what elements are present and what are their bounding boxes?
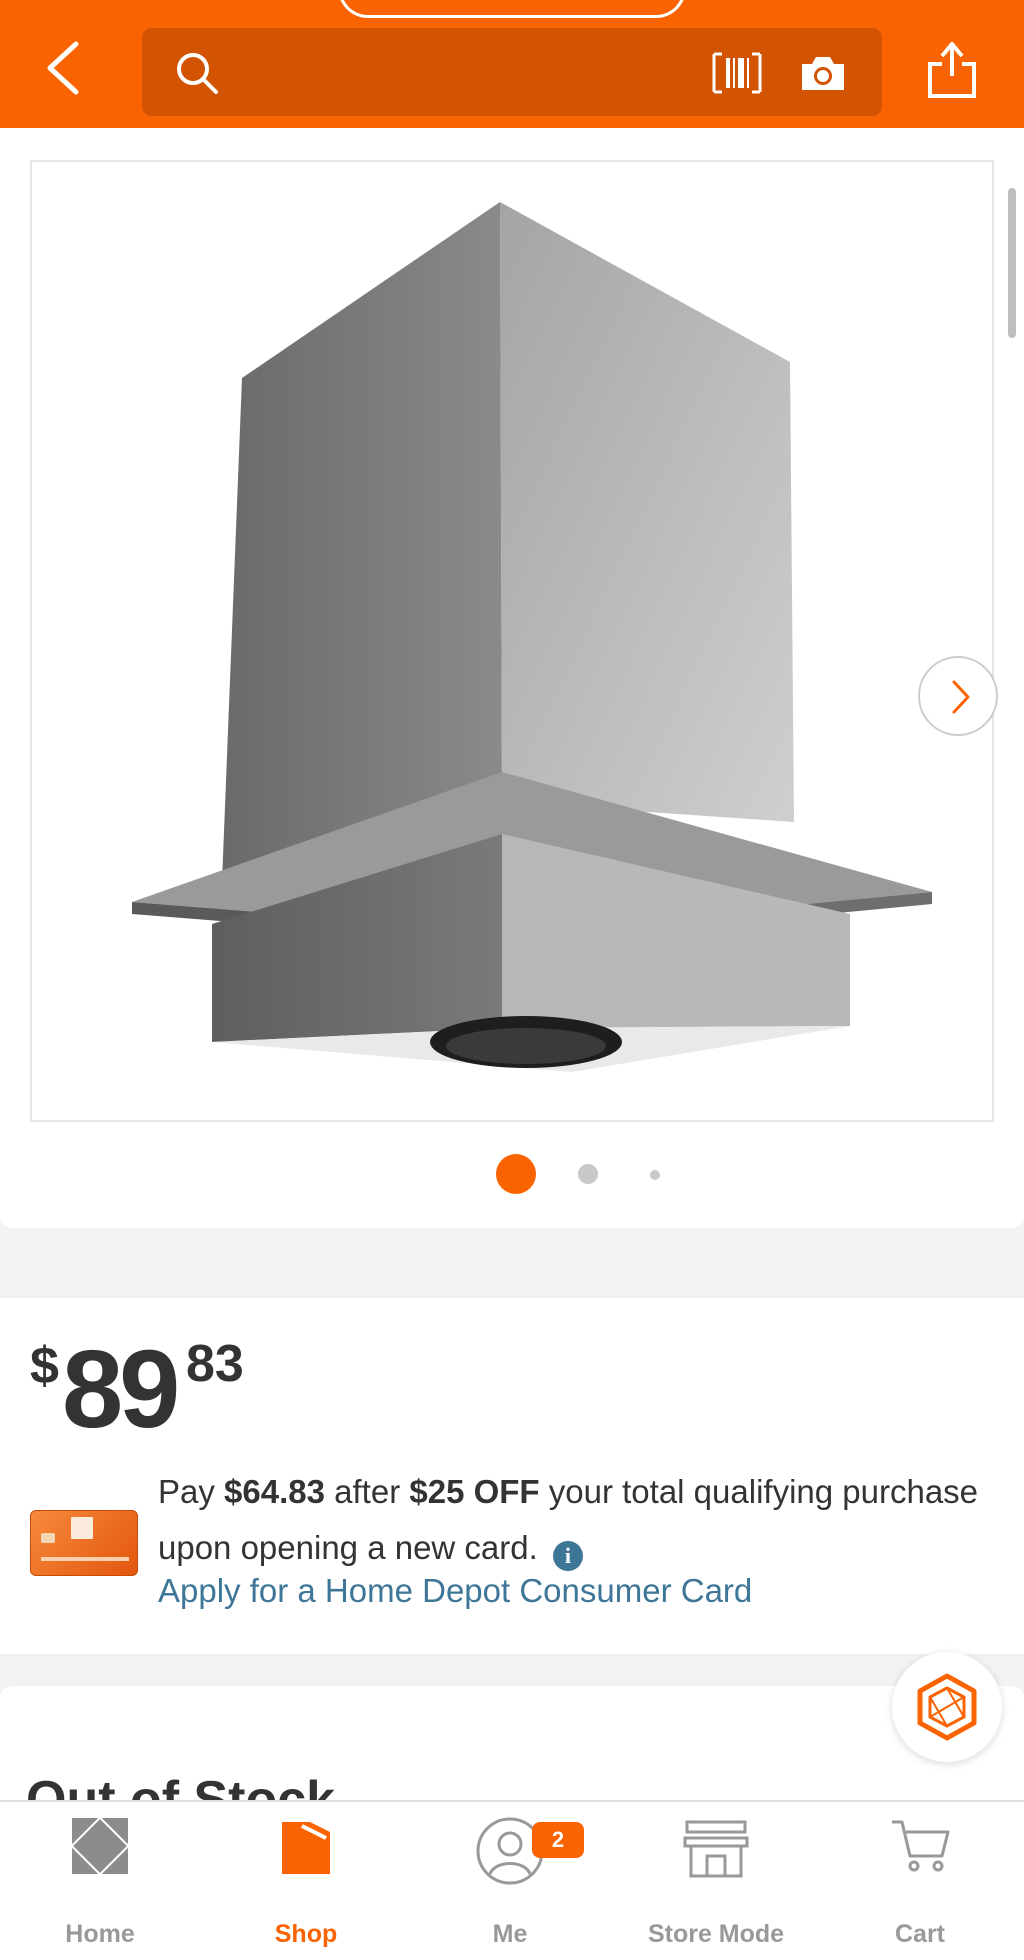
pagination-dot-active[interactable] [496,1154,536,1194]
image-pagination [0,1152,1024,1202]
nav-cart-label: Cart [894,1920,945,1948]
assistant-button[interactable] [892,1652,1002,1762]
price-section: $ 89 83 Pay $64.83 after $25 OFF your to… [0,1298,1024,1654]
card-chip [41,1533,55,1543]
price-cents: 83 [186,1335,244,1393]
product-gallery [0,128,1024,1228]
nav-me-label: Me [492,1920,528,1948]
device-notch [338,0,686,18]
credit-card-image [30,1510,138,1576]
home-depot-logo-icon [70,1816,130,1876]
share-button[interactable] [924,38,980,100]
store-icon [683,1820,749,1878]
card-number-strip [41,1557,129,1561]
nav-home-label: Home [65,1920,135,1948]
camera-icon[interactable] [798,50,848,96]
chevron-right-icon [952,680,970,714]
scrollbar[interactable] [1008,188,1016,338]
nav-home[interactable]: Home [10,1816,190,1956]
promo-pay: Pay [158,1473,215,1510]
nav-shop-label: Shop [274,1920,338,1948]
shop-tag-icon [282,1822,330,1874]
stock-section: Out of Stock [0,1686,1024,1829]
price-currency: $ [30,1337,59,1395]
info-icon[interactable]: i [552,1541,583,1571]
notification-badge: 2 [532,1822,584,1858]
pagination-dot[interactable] [650,1170,660,1180]
hexagon-assistant-icon [917,1673,977,1741]
search-icon [177,53,218,94]
price-dollars: 89 [62,1328,180,1451]
search-input[interactable] [142,28,882,116]
apply-card-link[interactable]: Apply for a Home Depot Consumer Card [158,1572,752,1610]
back-button[interactable] [40,38,90,98]
pagination-dot[interactable] [578,1164,598,1184]
bottom-navigation: Home Shop Me 2 Store Mode Cart [0,1800,1024,1960]
nav-cart[interactable]: Cart [830,1816,1010,1956]
card-promo-text: Pay $64.83 after $25 OFF your total qual… [158,1464,998,1576]
barcode-scan-icon[interactable] [710,50,764,96]
cart-icon [892,1820,950,1872]
nav-store-mode[interactable]: Store Mode [626,1816,806,1956]
promo-discount: $25 OFF [409,1473,540,1510]
product-image-frame[interactable] [30,160,998,1122]
next-image-button[interactable] [918,656,998,736]
share-icon [928,42,976,98]
home-depot-logo-icon [71,1517,93,1539]
top-header [0,0,1024,128]
nav-store-mode-label: Store Mode [647,1920,785,1948]
promo-after: after [334,1473,401,1510]
product-image [132,202,932,1072]
product-page: $ 89 83 Pay $64.83 after $25 OFF your to… [0,0,1024,1960]
nav-shop[interactable]: Shop [216,1816,396,1956]
chevron-left-icon [47,41,79,95]
promo-amount-after: $64.83 [224,1473,325,1510]
